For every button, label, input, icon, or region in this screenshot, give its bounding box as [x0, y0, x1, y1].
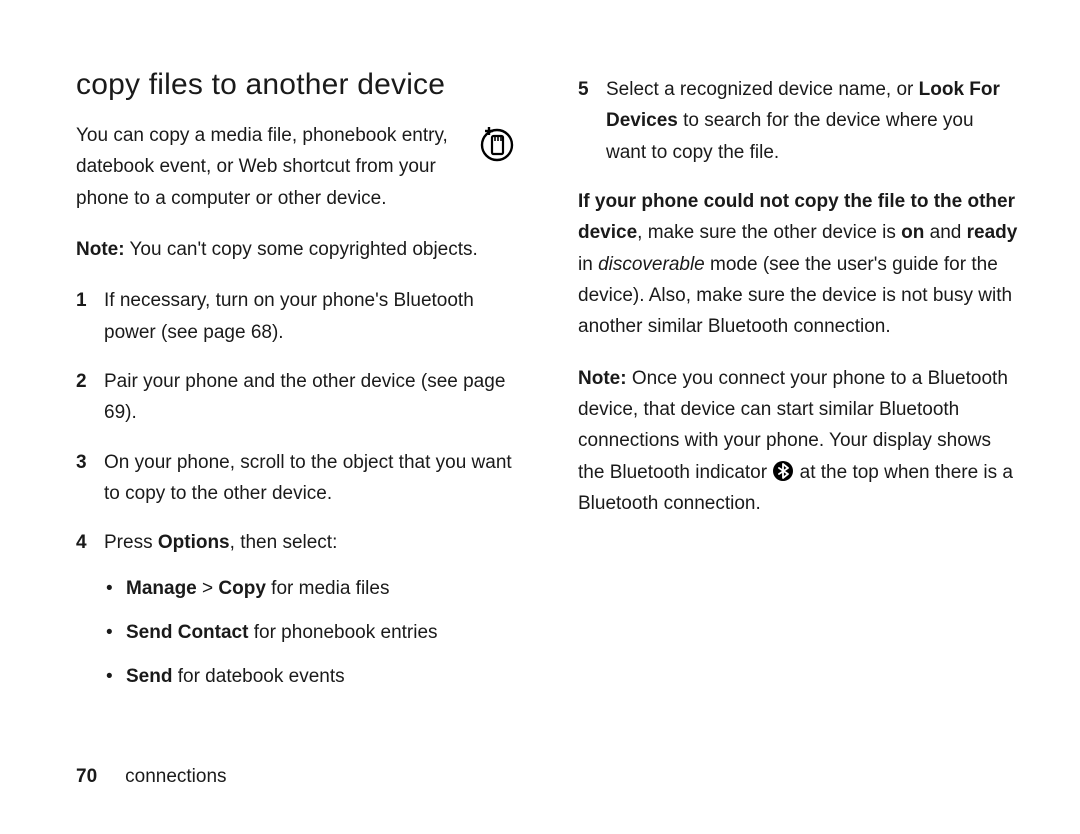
- section-name: connections: [125, 766, 226, 787]
- note-text: You can't copy some copyrighted objects.: [125, 239, 478, 260]
- page-footer: 70 connections: [76, 766, 227, 788]
- bullet-bold: Send: [126, 666, 172, 687]
- step-list: 1 If necessary, turn on your phone's Blu…: [76, 285, 516, 705]
- bullet-bold: Copy: [218, 578, 266, 599]
- step-item: 3 On your phone, scroll to the object th…: [76, 447, 516, 510]
- right-column: 5 Select a recognized device name, or Lo…: [578, 68, 1018, 724]
- step-number: 2: [76, 366, 104, 429]
- intro-row: You can copy a media file, phonebook ent…: [76, 120, 516, 234]
- note-label: Note:: [76, 239, 125, 260]
- bullet-list: Manage > Copy for media files Send Conta…: [104, 573, 516, 694]
- page-number: 70: [76, 766, 97, 787]
- step-item: 5 Select a recognized device name, or Lo…: [578, 74, 1018, 168]
- step-suffix: , then select:: [230, 532, 338, 553]
- step-text: Select a recognized device name, or Look…: [606, 74, 1018, 168]
- bullet-rest: for phonebook entries: [248, 622, 437, 643]
- section-title: copy files to another device: [76, 68, 516, 102]
- trouble-b: in: [578, 254, 598, 275]
- step-list-continued: 5 Select a recognized device name, or Lo…: [578, 74, 1018, 168]
- trouble-on: on: [901, 222, 924, 243]
- trouble-a: , make sure the other device is: [637, 222, 901, 243]
- manual-page: copy files to another device You can cop…: [0, 0, 1080, 834]
- step-number: 3: [76, 447, 104, 510]
- note2-paragraph: Note: Once you connect your phone to a B…: [578, 363, 1018, 520]
- bullet-item: Send Contact for phonebook entries: [126, 617, 516, 649]
- troubleshoot-paragraph: If your phone could not copy the file to…: [578, 186, 1018, 343]
- trouble-ready: ready: [967, 222, 1018, 243]
- trouble-disc: discoverable: [598, 254, 705, 275]
- bullet-bold: Send Contact: [126, 622, 248, 643]
- step-text: If necessary, turn on your phone's Bluet…: [104, 285, 516, 348]
- bullet-item: Send for datebook events: [126, 661, 516, 693]
- device-icon: [478, 124, 516, 167]
- note-paragraph: Note: You can't copy some copyrighted ob…: [76, 234, 516, 265]
- step-number: 5: [578, 74, 606, 168]
- step-text: Press Options, then select: Manage > Cop…: [104, 527, 516, 705]
- step-number: 4: [76, 527, 104, 705]
- two-column-layout: copy files to another device You can cop…: [76, 68, 1018, 724]
- left-column: copy files to another device You can cop…: [76, 68, 516, 724]
- options-word: Options: [158, 532, 230, 553]
- bullet-bold: Manage: [126, 578, 197, 599]
- step-text: Pair your phone and the other device (se…: [104, 366, 516, 429]
- bullet-rest: for datebook events: [172, 666, 344, 687]
- note2-label: Note:: [578, 368, 627, 389]
- step5-a: Select a recognized device name, or: [606, 79, 919, 100]
- step-prefix: Press: [104, 532, 158, 553]
- bluetooth-icon: [773, 461, 793, 481]
- step-item: 1 If necessary, turn on your phone's Blu…: [76, 285, 516, 348]
- trouble-and: and: [924, 222, 966, 243]
- step-number: 1: [76, 285, 104, 348]
- bullet-rest: for media files: [266, 578, 390, 599]
- bullet-mid: >: [197, 578, 219, 599]
- step-item: 4 Press Options, then select: Manage > C…: [76, 527, 516, 705]
- step-item: 2 Pair your phone and the other device (…: [76, 366, 516, 429]
- step-text: On your phone, scroll to the object that…: [104, 447, 516, 510]
- bullet-item: Manage > Copy for media files: [126, 573, 516, 605]
- intro-paragraph: You can copy a media file, phonebook ent…: [76, 120, 468, 214]
